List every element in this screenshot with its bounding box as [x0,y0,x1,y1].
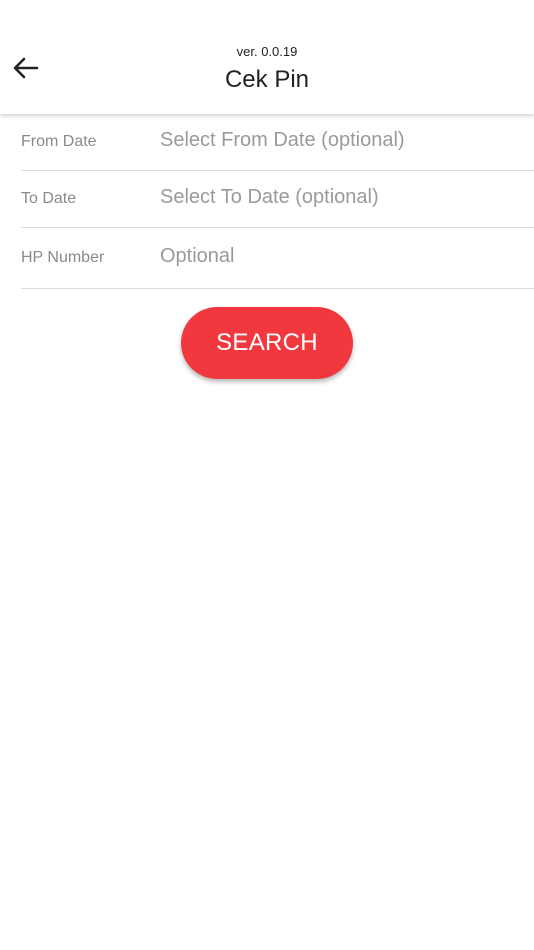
app-screen: ver. 0.0.19 Cek Pin From Date To Date HP… [0,0,534,950]
hp-number-row: HP Number [21,228,534,289]
version-text: ver. 0.0.19 [236,44,298,59]
to-date-row: To Date [21,171,534,228]
page-title: Cek Pin [224,66,310,93]
hp-number-label: HP Number [21,249,105,266]
to-date-field[interactable] [160,186,534,209]
from-date-field[interactable] [160,129,534,152]
search-button[interactable]: SEARCH [181,307,353,379]
from-date-label: From Date [21,133,97,150]
to-date-label: To Date [21,190,77,207]
app-header: ver. 0.0.19 Cek Pin [0,0,534,114]
hp-number-field[interactable] [160,245,534,268]
from-date-row: From Date [21,114,534,171]
